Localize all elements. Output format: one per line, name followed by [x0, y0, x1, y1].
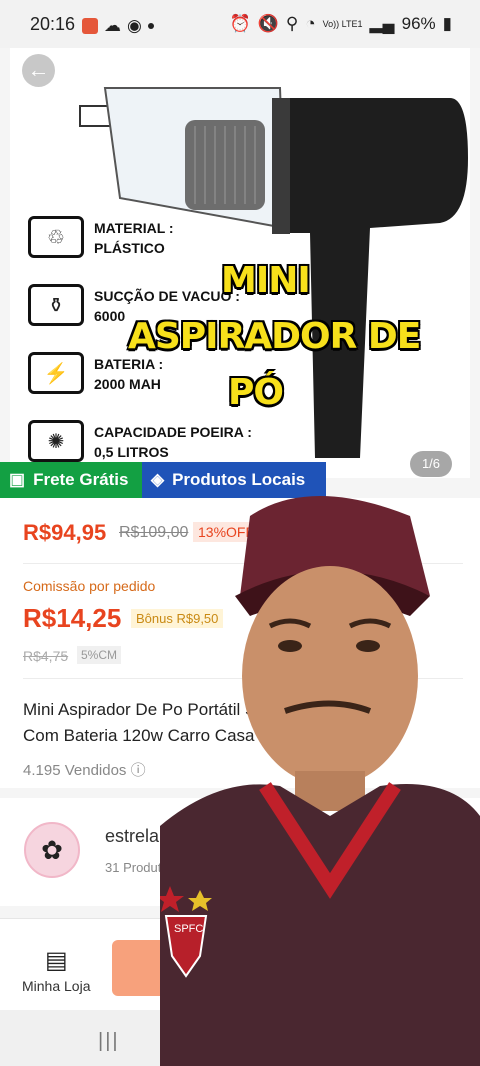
status-bar: 20:16 ☁ ◉ ⏰ 🔇 ⚲ ◔ Vo)) LTE1 ▂▄ 96% ▮	[0, 0, 480, 48]
dust-icon: ✺	[28, 420, 84, 462]
image-counter: 1/6	[410, 451, 452, 477]
recent-apps-button[interactable]: |||	[98, 1030, 120, 1053]
sold-count: 4.195 Vendidos ⓘ	[23, 759, 146, 780]
truck-icon: ▣	[9, 470, 26, 489]
feature-value: 2000 MAH	[94, 376, 161, 392]
feature-dust: ✺ CAPACIDADE POEIRA : 0,5 LITROS	[28, 420, 252, 462]
signal-icon: ▂▄	[369, 14, 395, 33]
app-notification-icon	[82, 18, 98, 34]
person-video-overlay: SPFC	[160, 486, 480, 1066]
feature-material: ♲ MATERIAL : PLÁSTICO	[28, 216, 174, 258]
feature-label: MATERIAL :	[94, 220, 174, 236]
svg-text:SPFC: SPFC	[174, 923, 203, 935]
person-silhouette: SPFC	[160, 496, 480, 1066]
feature-value: PLÁSTICO	[94, 240, 165, 256]
back-arrow-icon: ←	[27, 57, 50, 82]
mute-icon: 🔇	[257, 14, 279, 33]
commission-old-value: R$4,75	[23, 648, 69, 664]
feature-value: 0,5 LITROS	[94, 444, 169, 460]
globe-icon: ◉	[127, 16, 142, 35]
help-icon[interactable]: ⓘ	[131, 762, 146, 779]
location-icon: ⚲	[285, 14, 299, 33]
status-time: 20:16	[30, 14, 76, 34]
feature-label: CAPACIDADE POEIRA :	[94, 424, 252, 440]
battery-text: 96%	[401, 14, 436, 33]
commission-value: R$14,25	[23, 603, 122, 633]
more-dot-icon	[147, 23, 154, 29]
free-shipping-badge: ▣ Frete Grátis	[0, 462, 142, 498]
my-store-button-label[interactable]: Minha Loja	[22, 978, 91, 994]
commission-rate-badge: 5%CM	[77, 646, 122, 664]
network-label: Vo)) LTE1	[322, 18, 363, 29]
overlay-caption-line1: MINI	[221, 260, 311, 301]
seller-avatar[interactable]: ✿	[24, 822, 80, 878]
status-left-icons: ☁ ◉	[82, 16, 154, 36]
feature-battery: ⚡ BATERIA : 2000 MAH	[28, 352, 163, 394]
feature-label: BATERIA :	[94, 356, 164, 372]
sold-count-text: 4.195 Vendidos	[23, 762, 127, 779]
cloud-icon: ☁	[104, 16, 121, 35]
battery-icon: ▮	[442, 14, 452, 33]
commission-label: Comissão por pedido	[23, 578, 156, 594]
overlay-caption-line3: PÓ	[228, 372, 284, 413]
alarm-icon: ⏰	[229, 14, 251, 33]
price: R$94,95	[23, 520, 107, 545]
store-icon[interactable]: ▤	[45, 946, 68, 975]
bottle-icon: ♲	[28, 216, 84, 258]
free-shipping-label: Frete Grátis	[33, 470, 129, 489]
battery-icon: ⚡	[28, 352, 84, 394]
seller-name[interactable]: estrela	[105, 826, 159, 847]
status-right: ⏰ 🔇 ⚲ ◔ Vo)) LTE1 ▂▄ 96% ▮	[230, 14, 452, 34]
vacuum-icon: ⚱	[28, 284, 84, 326]
overlay-caption-line2: ASPIRADOR DE	[128, 316, 421, 357]
feature-label: SUCÇÃO DE VACUO :	[94, 288, 240, 304]
wifi-icon: ◔	[305, 14, 316, 33]
back-button[interactable]: ←	[22, 54, 55, 87]
